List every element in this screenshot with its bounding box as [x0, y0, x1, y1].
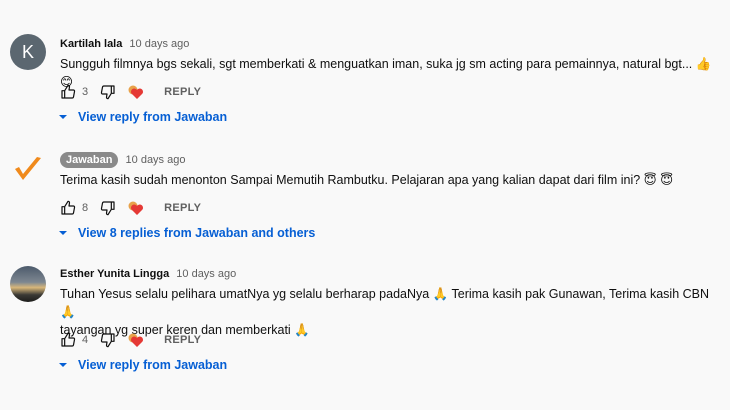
author-name[interactable]: Jawaban [60, 152, 119, 168]
view-replies-button[interactable]: View reply from Jawaban [58, 110, 227, 124]
comment-actions: 4 REPLY [60, 330, 201, 350]
caret-down-icon [59, 115, 67, 119]
view-replies-button[interactable]: View reply from Jawaban [58, 358, 227, 372]
thumb-up-icon[interactable] [60, 332, 76, 348]
thumb-up-icon[interactable] [60, 200, 76, 216]
author-name[interactable]: Esther Yunita Lingga [60, 268, 169, 280]
thumb-down-icon[interactable] [100, 332, 116, 348]
thumb-up-icon[interactable] [60, 84, 76, 100]
jawaban-check-logo [15, 157, 41, 180]
thumb-down-icon[interactable] [100, 84, 116, 100]
comment-time[interactable]: 10 days ago [126, 154, 186, 166]
comment-actions: 8 REPLY [60, 198, 201, 218]
comment-time[interactable]: 10 days ago [176, 268, 236, 280]
comment-meta: Esther Yunita Lingga 10 days ago [60, 268, 236, 280]
creator-heart-icon [128, 84, 146, 100]
avatar-letter: K [21, 42, 34, 62]
reply-button[interactable]: REPLY [164, 202, 201, 214]
comment-meta: Jawaban 10 days ago [60, 152, 185, 168]
view-replies-label: View 8 replies from Jawaban and others [78, 226, 316, 240]
like-count: 8 [82, 202, 89, 214]
caret-down-icon [59, 363, 67, 367]
creator-heart-icon [128, 332, 146, 348]
thumb-down-icon[interactable] [100, 200, 116, 216]
comment-actions: 3 REPLY [60, 82, 201, 102]
caret-down-icon [59, 231, 67, 235]
reply-button[interactable]: REPLY [164, 86, 201, 98]
creator-heart-icon [128, 200, 146, 216]
comment-meta: Kartilah lala 10 days ago [60, 38, 189, 50]
like-count: 3 [82, 86, 89, 98]
author-name[interactable]: Kartilah lala [60, 38, 122, 50]
comment-text-line: Tuhan Yesus selalu pelihara umatNya yg s… [60, 287, 710, 319]
view-replies-label: View reply from Jawaban [78, 358, 228, 372]
view-replies-label: View reply from Jawaban [78, 110, 228, 124]
reply-button[interactable]: REPLY [164, 334, 201, 346]
avatar[interactable] [10, 266, 46, 302]
avatar[interactable]: K [10, 34, 46, 70]
comment-time[interactable]: 10 days ago [129, 38, 189, 50]
like-count: 4 [82, 334, 89, 346]
view-replies-button[interactable]: View 8 replies from Jawaban and others [58, 226, 315, 240]
avatar[interactable] [10, 152, 46, 188]
comment-text: Terima kasih sudah menonton Sampai Memut… [60, 173, 674, 187]
